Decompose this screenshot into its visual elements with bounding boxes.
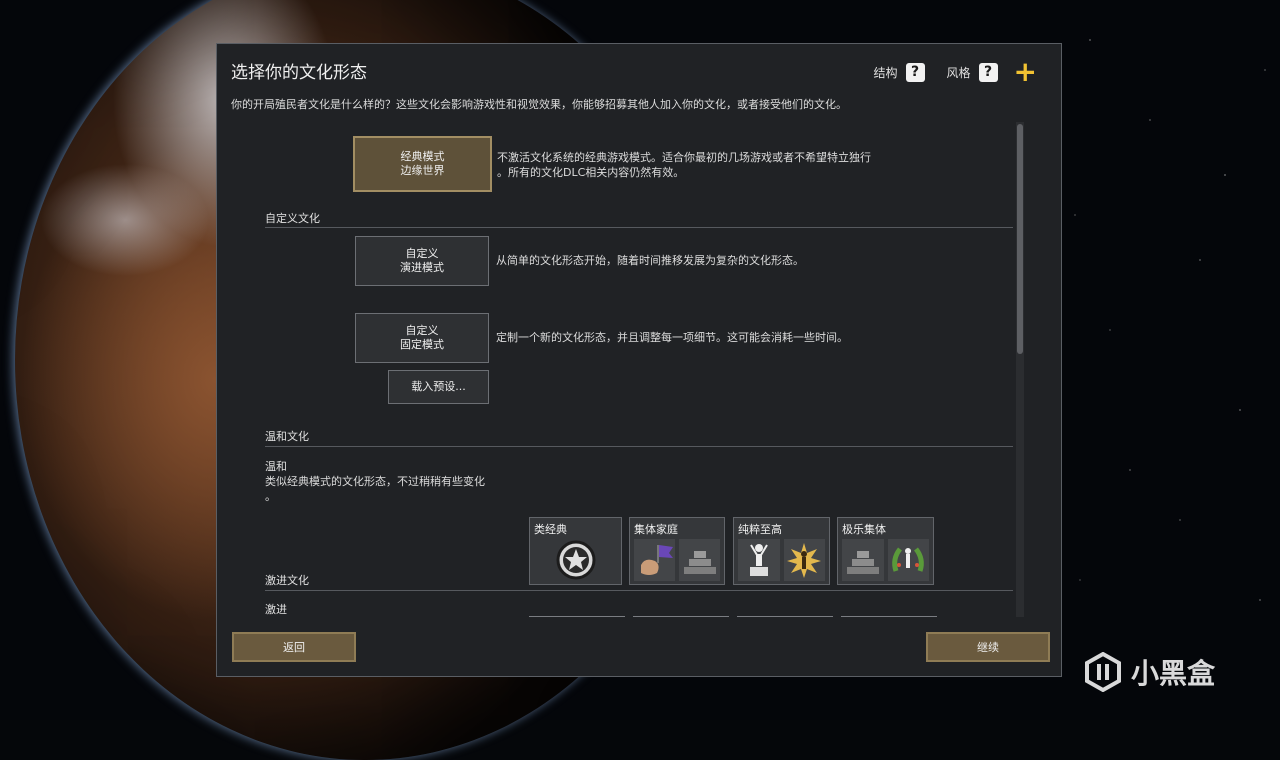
custom-fixed-button[interactable]: 自定义 固定模式 xyxy=(355,313,489,363)
stone-pyramid-icon xyxy=(842,539,884,581)
culture-dialog: 选择你的文化形态 结构 ? 风格 ? + 你的开局殖民者文化是什么样的？这些文化… xyxy=(216,43,1062,677)
star-circle-icon xyxy=(554,539,598,581)
card-label: 极乐集体 xyxy=(842,523,886,536)
card-label: 类经典 xyxy=(534,523,567,536)
radical-divider xyxy=(265,590,1013,591)
radical-card-edge xyxy=(529,616,625,617)
radical-culture-heading: 激进文化 xyxy=(265,574,309,587)
radiant-figure-icon xyxy=(783,539,825,581)
custom-divider xyxy=(265,227,1013,228)
preset-card-pure-supreme[interactable]: 纯粹至高 xyxy=(733,517,830,585)
preset-card-bliss-collective[interactable]: 极乐集体 xyxy=(837,517,934,585)
mild-divider xyxy=(265,446,1013,447)
custom-culture-heading: 自定义文化 xyxy=(265,212,320,225)
watermark: 小黑盒 xyxy=(1083,652,1215,692)
radical-card-edge xyxy=(633,616,729,617)
mild-preset-name: 温和 xyxy=(265,460,287,473)
radical-card-edge xyxy=(841,616,937,617)
structure-help-icon[interactable]: ? xyxy=(905,62,925,82)
style-help-icon[interactable]: ? xyxy=(978,62,998,82)
card-label: 集体家庭 xyxy=(634,523,678,536)
classic-mode-button[interactable]: 经典模式 边缘世界 xyxy=(353,136,492,192)
radical-preset-name: 激进 xyxy=(265,603,287,616)
scrollbar-thumb[interactable] xyxy=(1017,124,1023,354)
intro-text: 你的开局殖民者文化是什么样的？这些文化会影响游戏性和视觉效果，你能够招募其他人加… xyxy=(231,98,847,111)
classic-mode-desc: 不激活文化系统的经典游戏模式。适合你最初的几场游戏或者不希望特立独行 。所有的文… xyxy=(497,151,871,179)
purple-flag-fist-icon xyxy=(634,539,675,581)
hexagon-logo-icon xyxy=(1085,652,1121,692)
plus-icon[interactable]: + xyxy=(1014,58,1037,86)
stone-pyramid-icon xyxy=(679,539,720,581)
preset-card-collective-family[interactable]: 集体家庭 xyxy=(629,517,725,585)
mild-culture-heading: 温和文化 xyxy=(265,430,309,443)
custom-evolving-button[interactable]: 自定义 演进模式 xyxy=(355,236,489,286)
load-preset-button[interactable]: 载入预设... xyxy=(388,370,489,404)
scroll-content[interactable]: 经典模式 边缘世界 不激活文化系统的经典游戏模式。适合你最初的几场游戏或者不希望… xyxy=(217,122,1017,617)
laurel-figure-icon xyxy=(887,539,929,581)
style-label: 风格 xyxy=(946,65,971,80)
structure-label: 结构 xyxy=(873,65,898,80)
top-right-controls: 结构 ? 风格 ? + xyxy=(873,58,1038,86)
figure-on-pedestal-icon xyxy=(738,539,780,581)
watermark-text: 小黑盒 xyxy=(1131,657,1216,690)
continue-button[interactable]: 继续 xyxy=(926,632,1050,662)
mild-preset-desc: 类似经典模式的文化形态，不过稍稍有些变化 。 xyxy=(265,475,485,503)
custom-fixed-desc: 定制一个新的文化形态，并且调整每一项细节。这可能会消耗一些时间。 xyxy=(496,331,848,344)
custom-evolving-desc: 从简单的文化形态开始，随着时间推移发展为复杂的文化形态。 xyxy=(496,254,804,267)
dialog-title: 选择你的文化形态 xyxy=(231,63,367,83)
preset-card-classic-like[interactable]: 类经典 xyxy=(529,517,622,585)
radical-card-edge xyxy=(737,616,833,617)
back-button[interactable]: 返回 xyxy=(232,632,356,662)
card-label: 纯粹至高 xyxy=(738,523,782,536)
